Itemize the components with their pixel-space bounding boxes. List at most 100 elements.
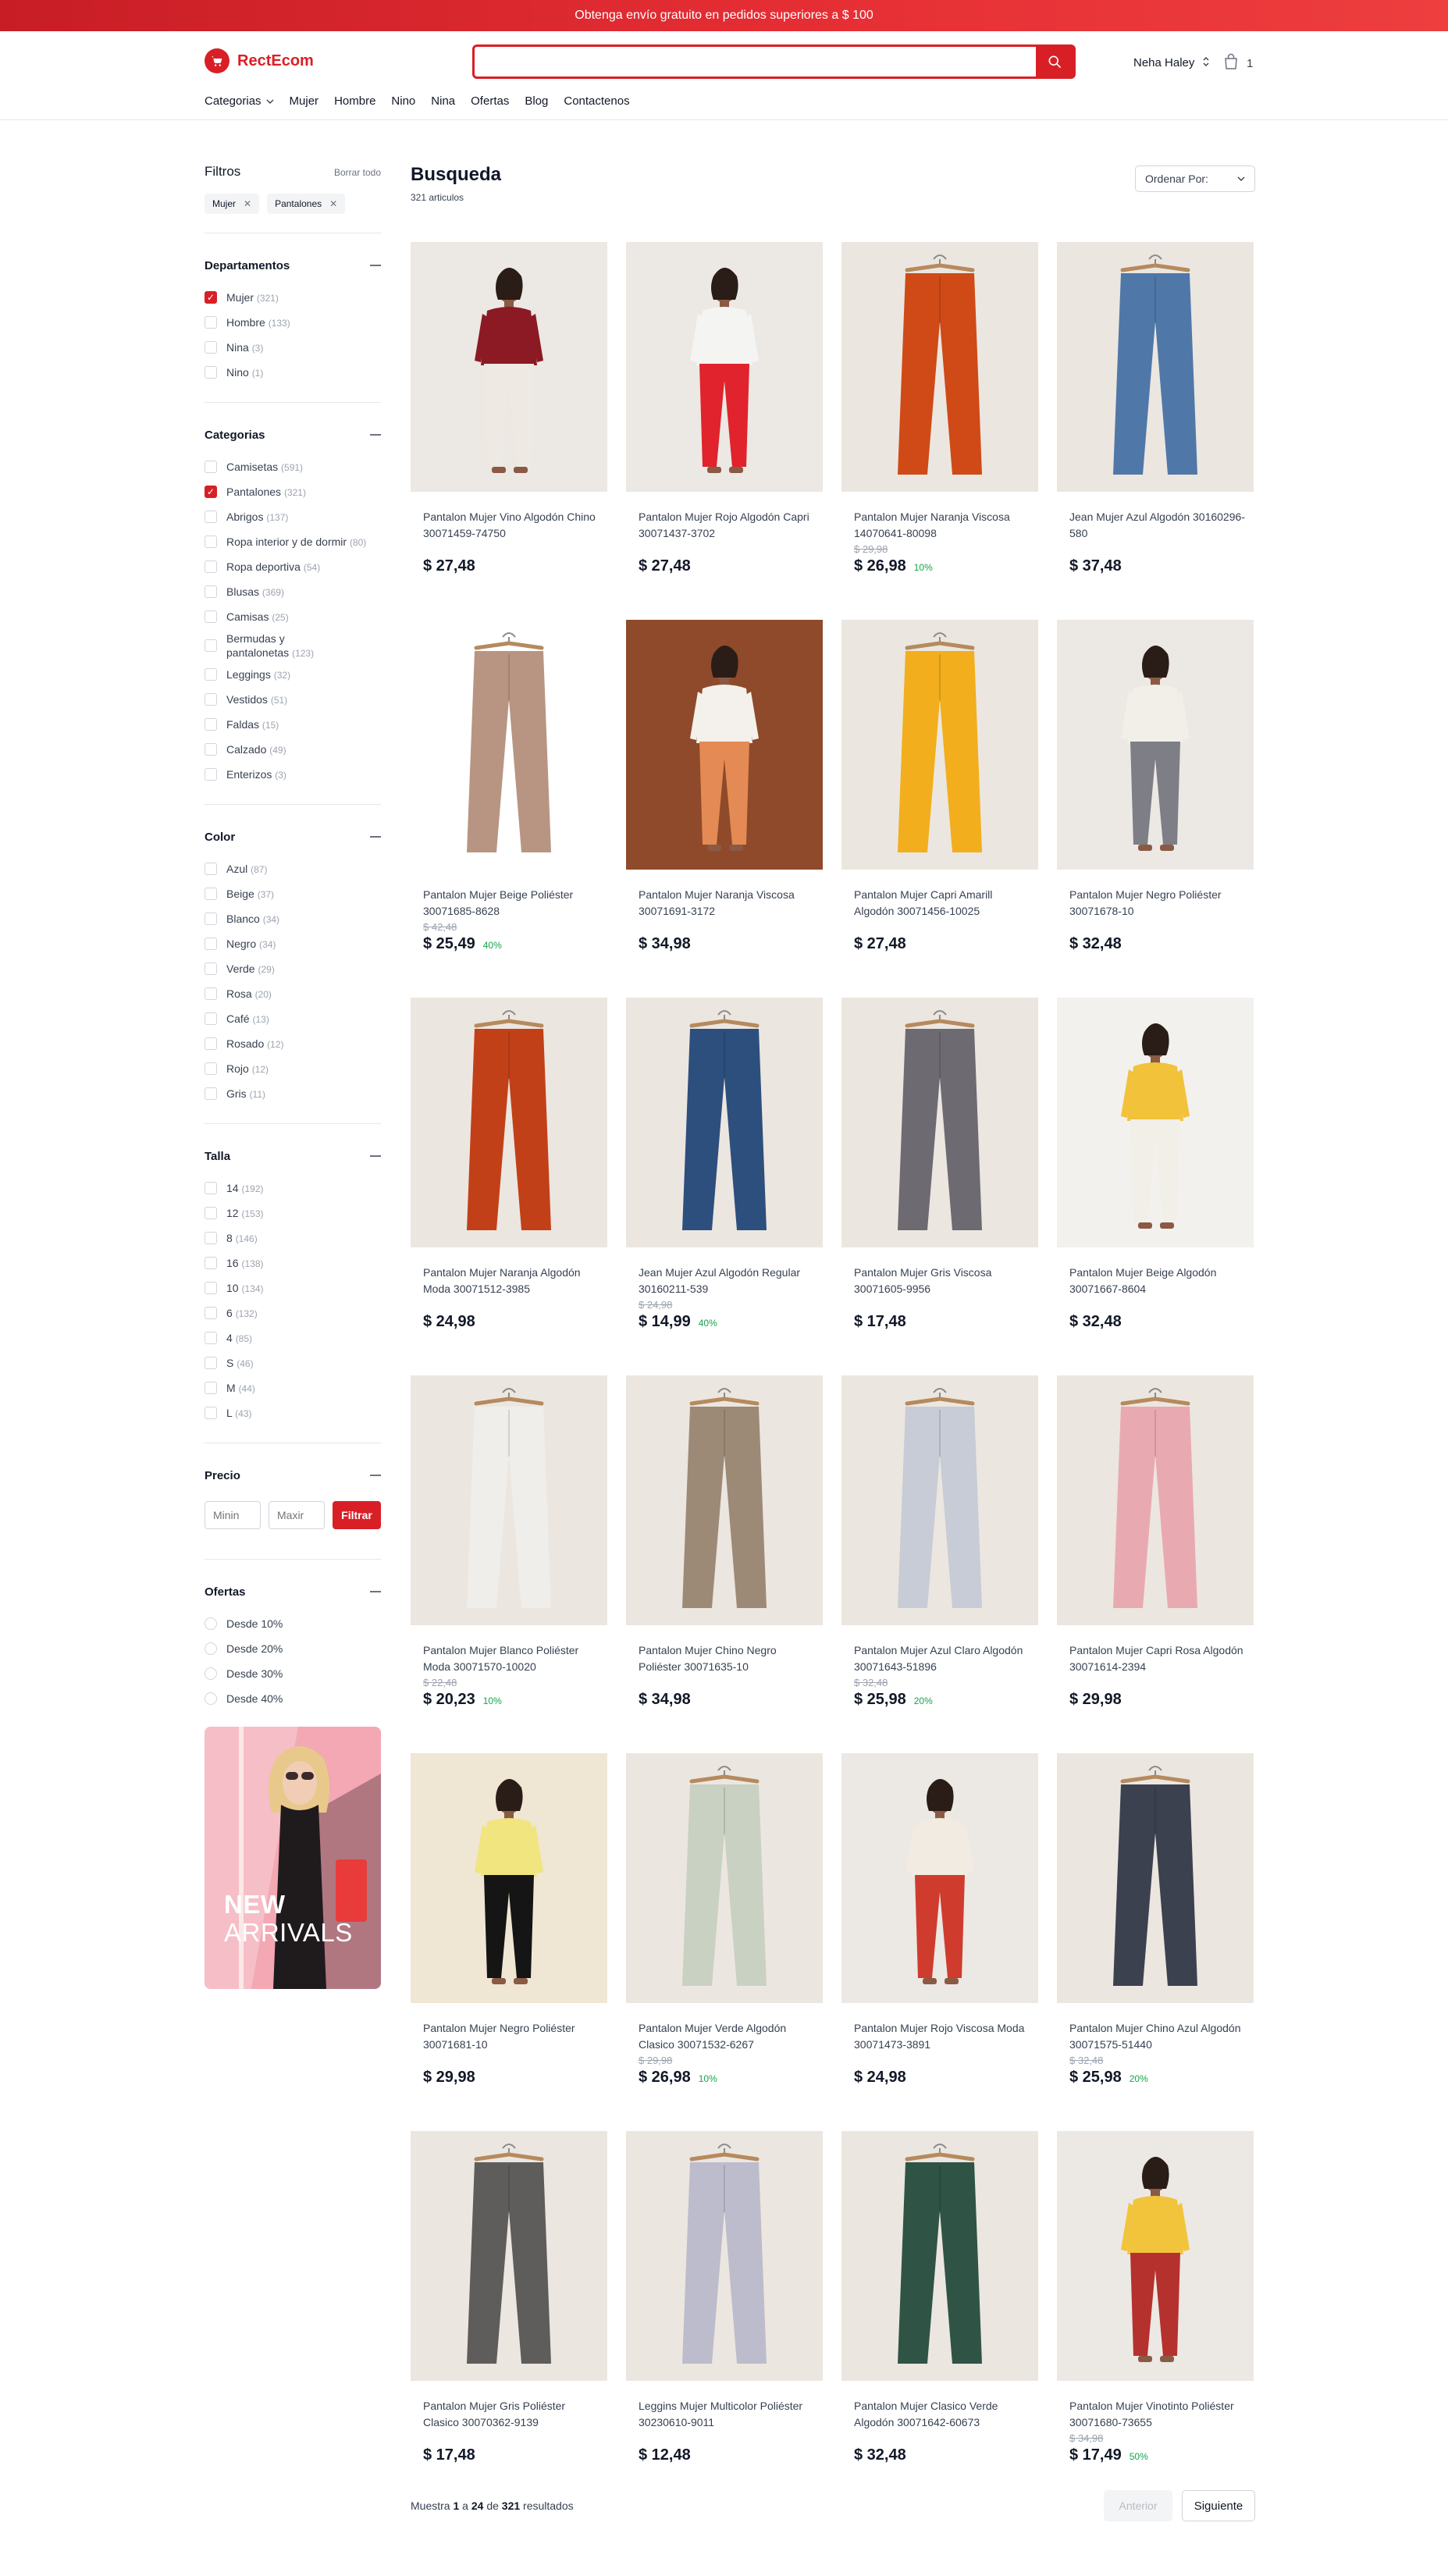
filter-option[interactable]: ✓ Mujer (321) [205, 285, 381, 310]
product-card[interactable]: Jean Mujer Azul Algodón 30160296-580 $ 37… [1057, 242, 1254, 620]
search-button[interactable] [1036, 47, 1073, 76]
filter-section-header[interactable]: Color [205, 828, 381, 845]
product-image[interactable] [841, 1753, 1038, 2003]
product-image[interactable] [1057, 620, 1254, 870]
search-input[interactable] [475, 47, 1037, 76]
radio-button[interactable] [205, 1692, 217, 1705]
checkbox[interactable] [205, 668, 217, 681]
product-image[interactable] [411, 1375, 607, 1625]
filter-option[interactable]: Bermudas y pantalonetas (123) [205, 629, 381, 662]
product-image[interactable] [841, 2131, 1038, 2381]
product-image[interactable] [626, 1375, 823, 1625]
filter-option[interactable]: Faldas (15) [205, 712, 381, 737]
product-card[interactable]: Pantalon Mujer Blanco Poliéster Moda 300… [411, 1375, 607, 1753]
filter-option[interactable]: Gris (11) [205, 1081, 381, 1106]
checkbox[interactable] [205, 461, 217, 473]
filter-section-header[interactable]: Ofertas [205, 1583, 381, 1600]
product-title[interactable]: Pantalon Mujer Beige Algodón 30071667-86… [1057, 1265, 1254, 1297]
product-title[interactable]: Pantalon Mujer Chino Negro Poliéster 300… [626, 1642, 823, 1675]
nav-item-hombre[interactable]: Hombre [334, 94, 375, 108]
filter-option[interactable]: Blusas (369) [205, 579, 381, 604]
filter-option[interactable]: Vestidos (51) [205, 687, 381, 712]
product-card[interactable]: Pantalon Mujer Beige Poliéster 30071685-… [411, 620, 607, 998]
product-card[interactable]: Leggins Mujer Multicolor Poliéster 30230… [626, 2131, 823, 2509]
product-title[interactable]: Pantalon Mujer Gris Poliéster Clasico 30… [411, 2398, 607, 2431]
close-icon[interactable]: ✕ [329, 198, 337, 209]
filter-option[interactable]: Abrigos (137) [205, 504, 381, 529]
product-card[interactable]: Pantalon Mujer Vinotinto Poliéster 30071… [1057, 2131, 1254, 2509]
product-image[interactable] [1057, 242, 1254, 492]
product-title[interactable]: Pantalon Mujer Blanco Poliéster Moda 300… [411, 1642, 607, 1675]
product-image[interactable] [841, 998, 1038, 1247]
product-title[interactable]: Jean Mujer Azul Algodón 30160296-580 [1057, 509, 1254, 542]
checkbox[interactable] [205, 768, 217, 781]
product-title[interactable]: Pantalon Mujer Vino Algodón Chino 300714… [411, 509, 607, 542]
product-title[interactable]: Pantalon Mujer Vinotinto Poliéster 30071… [1057, 2398, 1254, 2431]
max-price-input[interactable] [269, 1501, 325, 1529]
filter-section-header[interactable]: Precio [205, 1467, 381, 1484]
filter-option[interactable]: Nina (3) [205, 335, 381, 360]
product-card[interactable]: Pantalon Mujer Rojo Algodón Capri 300714… [626, 242, 823, 620]
checkbox[interactable] [205, 560, 217, 573]
product-image[interactable] [626, 2131, 823, 2381]
product-title[interactable]: Pantalon Mujer Beige Poliéster 30071685-… [411, 887, 607, 920]
product-title[interactable]: Pantalon Mujer Naranja Viscosa 14070641-… [841, 509, 1038, 542]
checkbox[interactable] [205, 718, 217, 731]
offer-option[interactable]: Desde 30% [205, 1661, 381, 1686]
product-image[interactable] [411, 242, 607, 492]
nav-item-categorias[interactable]: Categorias [205, 94, 274, 108]
user-menu[interactable]: Neha Haley [1133, 56, 1210, 69]
checkbox[interactable] [205, 1232, 217, 1244]
offer-option[interactable]: Desde 10% [205, 1611, 381, 1636]
logo[interactable]: RectEcom [205, 48, 314, 73]
checkbox[interactable] [205, 987, 217, 1000]
filter-option[interactable]: 4 (85) [205, 1325, 381, 1350]
product-image[interactable] [626, 998, 823, 1247]
sort-select[interactable]: Ordenar Por: [1135, 165, 1255, 192]
minus-icon[interactable] [370, 1155, 381, 1157]
product-title[interactable]: Pantalon Mujer Naranja Algodón Moda 3007… [411, 1265, 607, 1297]
filter-option[interactable]: 10 (134) [205, 1276, 381, 1300]
minus-icon[interactable] [370, 836, 381, 838]
product-image[interactable] [841, 242, 1038, 492]
product-card[interactable]: Pantalon Mujer Negro Poliéster 30071678-… [1057, 620, 1254, 998]
checkbox[interactable] [205, 1407, 217, 1419]
product-title[interactable]: Pantalon Mujer Rojo Viscosa Moda 3007147… [841, 2020, 1038, 2053]
filter-option[interactable]: 16 (138) [205, 1251, 381, 1276]
nav-item-nino[interactable]: Nino [391, 94, 415, 108]
close-icon[interactable]: ✕ [244, 198, 251, 209]
filter-option[interactable]: 12 (153) [205, 1201, 381, 1226]
radio-button[interactable] [205, 1667, 217, 1680]
checkbox[interactable] [205, 1257, 217, 1269]
checkbox[interactable] [205, 863, 217, 875]
product-title[interactable]: Pantalon Mujer Negro Poliéster 30071678-… [1057, 887, 1254, 920]
minus-icon[interactable] [370, 1591, 381, 1592]
checkbox[interactable] [205, 962, 217, 975]
product-image[interactable] [411, 620, 607, 870]
product-image[interactable] [1057, 998, 1254, 1247]
product-image[interactable] [1057, 1753, 1254, 2003]
filter-section-header[interactable]: Departamentos [205, 257, 381, 274]
product-image[interactable] [411, 1753, 607, 2003]
filter-option[interactable]: Enterizos (3) [205, 762, 381, 787]
filter-option[interactable]: Beige (37) [205, 881, 381, 906]
checkbox-checked[interactable]: ✓ [205, 486, 217, 498]
product-image[interactable] [841, 1375, 1038, 1625]
checkbox[interactable] [205, 366, 217, 379]
checkbox[interactable] [205, 535, 217, 548]
filter-option[interactable]: Rosado (12) [205, 1031, 381, 1056]
filter-option[interactable]: Azul (87) [205, 856, 381, 881]
offer-option[interactable]: Desde 40% [205, 1686, 381, 1711]
product-card[interactable]: Pantalon Mujer Naranja Viscosa 30071691-… [626, 620, 823, 998]
checkbox[interactable] [205, 1332, 217, 1344]
checkbox[interactable] [205, 1037, 217, 1050]
filter-option[interactable]: S (46) [205, 1350, 381, 1375]
min-price-input[interactable] [205, 1501, 261, 1529]
nav-item-mujer[interactable]: Mujer [290, 94, 319, 108]
checkbox[interactable] [205, 316, 217, 329]
product-title[interactable]: Pantalon Mujer Gris Viscosa 30071605-995… [841, 1265, 1038, 1297]
filter-option[interactable]: Ropa interior y de dormir (80) [205, 529, 381, 554]
product-image[interactable] [1057, 2131, 1254, 2381]
product-title[interactable]: Pantalon Mujer Capri Amarill Algodón 300… [841, 887, 1038, 920]
product-image[interactable] [626, 620, 823, 870]
